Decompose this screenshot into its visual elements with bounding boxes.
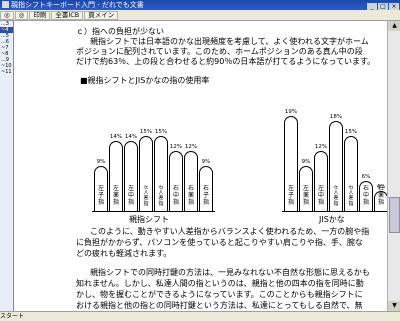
document-area[interactable]: ｃ）指への負担が少ない 親指シフトでは日本語のかな出現頻度を考慮して、よく使われ… [14, 21, 387, 311]
toolbar-button-1[interactable]: ◎ [0, 11, 14, 20]
nav-item[interactable]: ~11 [0, 69, 13, 75]
finger-label: 左中指 [127, 185, 134, 206]
close-icon[interactable]: × [389, 3, 399, 10]
finger-label: 右人差指 [348, 185, 354, 207]
finger-label: 左薬指 [302, 185, 309, 206]
bar-value-label: 6% [361, 174, 371, 180]
finger-label: 左子指 [287, 185, 294, 206]
finger-label: 左人差指 [143, 185, 149, 207]
paragraph-line: このように、動きやすい人差指からバランスよく使われるため、一方の腕や指 [90, 227, 370, 236]
finger-label: 右中指 [172, 185, 179, 206]
paragraph-line: 親指シフトでの同時打鍵の方法は、一見みなれない不自然な形態に思えるかも [90, 268, 370, 277]
window-title: 親指シフトキーボード入門 - だれでも文書 [11, 1, 144, 9]
finger-label: 左子指 [97, 185, 104, 206]
finger-label: 右薬指 [377, 185, 384, 206]
finger-label: 右人差指 [158, 185, 164, 207]
bar-value-label: 15% [344, 129, 358, 135]
chart-baseline [282, 211, 387, 212]
bar-value-label: 12% [169, 144, 183, 150]
bar-value-label: 18% [329, 114, 343, 120]
group-label: JISかな [319, 215, 345, 224]
minimize-icon[interactable]: _ [367, 3, 377, 10]
finger-label: 左人差指 [333, 185, 339, 207]
bar-value-label: 14% [124, 134, 138, 140]
paragraph-line: おける親指と他の指との同時打鍵という方法は、私達にとってもしる自然で、無 [76, 301, 363, 310]
paragraph-line: 知れません。しかし、私達人間の指というのは、親指と他の四本の指を同時に動 [76, 279, 364, 288]
finger-label: 右薬指 [187, 185, 194, 206]
scroll-down-icon[interactable]: ▼ [388, 301, 400, 311]
paragraph-line: どの疲れも軽減されます。 [76, 249, 172, 258]
bar-value-label: 12% [314, 144, 328, 150]
print-button[interactable]: 印刷 [29, 11, 51, 20]
paragraph-line: かし、物を握むことができるようになっています。このことからも親指シフトに [76, 290, 363, 299]
toolbar: ◎ ◎ 印刷 全書ICB 頁メイン [0, 10, 400, 21]
finger-label: 右中指 [362, 185, 369, 206]
window-controls: _ □ × [366, 1, 399, 10]
bar-value-label: 19% [284, 109, 298, 115]
page-main-button[interactable]: 頁メイン [84, 11, 119, 20]
page-navigator: ...3 ~4 ...5 ...6 ~7 ~8 ...9 ~10 ~11 [0, 21, 14, 311]
group-label: 親指シフト [129, 215, 169, 224]
app-icon [2, 1, 9, 8]
toolbar-button-2[interactable]: ◎ [14, 11, 29, 20]
chart-baseline [92, 211, 215, 212]
bar-value-label: 14% [109, 134, 123, 140]
bar-value-label: 15% [154, 129, 168, 135]
bar-value-label: 9% [96, 159, 106, 165]
all-text-button[interactable]: 全書ICB [51, 11, 84, 20]
start-button[interactable]: スタート [0, 313, 24, 320]
paragraph-line: に負担がかからず、パソコンを使っていると起こりやすい肩こりや指、手、腕な [76, 238, 363, 247]
scroll-thumb[interactable] [389, 197, 400, 233]
vertical-scrollbar[interactable]: ▲ ▼ [387, 21, 400, 311]
bar-value-label: 12% [184, 144, 198, 150]
maximize-icon[interactable]: □ [378, 3, 388, 10]
finger-label: 左中指 [317, 185, 324, 206]
bar-value-label: 15% [139, 129, 153, 135]
finger-label: 右子指 [202, 185, 209, 206]
title-bar: 親指シフトキーボード入門 - だれでも文書 _ □ × [0, 0, 400, 10]
scroll-up-icon[interactable]: ▲ [388, 21, 400, 31]
bar-value-label: 9% [301, 159, 311, 165]
bar-value-label: 9% [201, 159, 211, 165]
finger-label: 左薬指 [112, 185, 119, 206]
